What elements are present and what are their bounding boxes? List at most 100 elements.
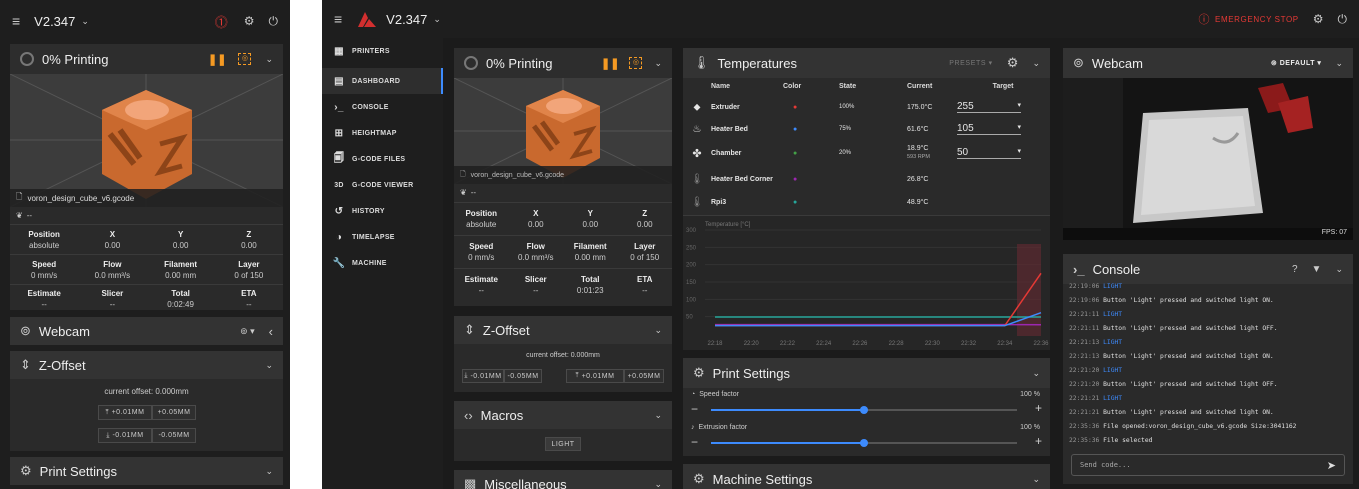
power-icon[interactable]: ⏻ xyxy=(1338,12,1348,27)
sidebar-item-heightmap[interactable]: ⊞ HEIGHTMAP xyxy=(322,120,443,146)
mobile-print-settings-card[interactable]: ⚙ Print Settings ⌄ xyxy=(10,457,283,485)
extrusion-slider[interactable] xyxy=(711,439,1017,447)
exclude-object-icon[interactable]: ◎ xyxy=(238,53,252,65)
chevron-down-icon[interactable]: ⌄ xyxy=(654,410,662,421)
chevron-down-icon[interactable]: ⌄ xyxy=(265,54,273,65)
chevron-down-icon[interactable]: ⌄ xyxy=(654,325,662,336)
console-message[interactable]: LIGHT xyxy=(1103,367,1122,374)
fan-label: -- xyxy=(26,211,33,220)
camera-select-icon[interactable]: ⊚ ▾ xyxy=(240,326,255,337)
sidebar-item-timelapse[interactable]: ◑ TIMELAPSE xyxy=(322,224,443,250)
color-dot[interactable]: ● xyxy=(783,176,839,183)
pause-icon[interactable]: ❚❚ xyxy=(208,53,226,66)
mobile-webcam-card[interactable]: ⊚ Webcam ⊚ ▾ ‹ xyxy=(10,317,283,345)
target-input[interactable]: 105 ▾ xyxy=(957,123,1021,135)
settings-icon[interactable]: ⚙ xyxy=(244,14,255,28)
emergency-stop-button[interactable]: ⓘ EMERGENCY STOP xyxy=(1198,11,1298,27)
color-dot[interactable]: ● xyxy=(783,199,839,206)
col-target: Target xyxy=(992,82,1014,90)
speed-increase-button[interactable]: + xyxy=(1035,401,1042,415)
zoffset-down-large-button[interactable]: -0.05MM xyxy=(152,428,196,443)
filter-icon[interactable]: ▼ xyxy=(1312,264,1322,275)
emergency-stop-icon[interactable]: ⓵ xyxy=(215,12,228,31)
menu-icon[interactable]: ≡ xyxy=(334,11,342,27)
zoffset-up-large-button[interactable]: +0.05MM xyxy=(152,405,196,420)
chevron-down-icon[interactable]: ⌄ xyxy=(1032,58,1040,69)
temp-row-rpi3[interactable]: 🌡 Rpi3 ● 48.9°C xyxy=(683,192,1050,212)
sidebar-item-printers[interactable]: ▦ PRINTERS xyxy=(322,38,443,64)
sidebar-item-history[interactable]: ↺ HISTORY xyxy=(322,198,443,224)
zoffset-title: Z-Offset xyxy=(482,322,530,338)
exclude-object-icon[interactable]: ◎ xyxy=(629,57,643,69)
zoffset-down-large-button[interactable]: -0.05MM xyxy=(504,369,542,383)
target-input[interactable]: 50 ▾ xyxy=(957,147,1021,159)
app-title[interactable]: V2.347 xyxy=(386,12,427,27)
gear-icon[interactable]: ⚙ xyxy=(1007,55,1019,71)
chevron-down-icon[interactable]: ⌄ xyxy=(81,16,89,27)
speed-slider[interactable] xyxy=(711,406,1017,414)
console-input[interactable]: Send code... ➤ xyxy=(1071,454,1345,476)
speed-value: 0 mm/s xyxy=(468,253,495,262)
console-message[interactable]: LIGHT xyxy=(1103,283,1122,290)
target-input[interactable]: 255 ▾ xyxy=(957,101,1021,113)
console-message[interactable]: LIGHT xyxy=(1103,339,1122,346)
zoffset-down-large-label: -0.05MM xyxy=(158,432,190,439)
fan-rpm: 593 RPM xyxy=(907,154,930,160)
settings-icon[interactable]: ⚙ xyxy=(1313,12,1324,26)
send-icon[interactable]: ➤ xyxy=(1327,459,1336,472)
camera-select-button[interactable]: ⊚ DEFAULT ▾ xyxy=(1271,59,1322,67)
extrusion-slider-thumb[interactable] xyxy=(860,439,868,447)
temp-row-chamber[interactable]: ✤ Chamber ● 20% 18.9°C 593 RPM 50 ▾ xyxy=(683,140,1050,166)
misc-card[interactable]: ▩ Miscellaneous ⌄ xyxy=(454,470,672,489)
chevron-down-icon[interactable]: ⌄ xyxy=(654,479,662,489)
console-log[interactable]: 22:19:06 LIGHT 22:19:06 Button 'Light' pr… xyxy=(1063,280,1353,450)
temp-row-extruder[interactable]: ⬥ Extruder ● 100% 175.0°C 255 ▾ xyxy=(683,96,1050,118)
temp-row-heater-bed-corner[interactable]: 🌡 Heater Bed Corner ● 26.8°C xyxy=(683,166,1050,192)
chevron-down-icon[interactable]: ⌄ xyxy=(265,466,273,477)
state: 75% xyxy=(839,126,852,132)
sensor-name: Heater Bed xyxy=(711,125,748,133)
console-message[interactable]: LIGHT xyxy=(1103,311,1122,318)
extrusion-increase-button[interactable]: + xyxy=(1035,434,1042,448)
chevron-down-icon[interactable]: ⌄ xyxy=(1335,58,1343,69)
zoffset-up-small-button[interactable]: ⤒ +0.01MM xyxy=(98,405,152,420)
machine-settings-card[interactable]: ⚙ Machine Settings ⌄ xyxy=(683,464,1050,489)
sidebar-item-gcode-files[interactable]: 🗐 G-CODE FILES xyxy=(322,146,443,172)
sidebar-item-machine[interactable]: 🔧 MACHINE xyxy=(322,250,443,276)
chevron-down-icon[interactable]: ⌄ xyxy=(654,58,662,69)
zoffset-down-small-button[interactable]: ⤓ -0.01MM xyxy=(98,428,152,443)
color-dot[interactable]: ● xyxy=(783,104,839,111)
color-dot[interactable]: ● xyxy=(783,150,839,157)
chevron-left-icon[interactable]: ‹ xyxy=(269,324,273,339)
speed-slider-thumb[interactable] xyxy=(860,406,868,414)
chevron-down-icon[interactable]: ⌄ xyxy=(433,14,441,25)
sidebar-item-console[interactable]: ›_ CONSOLE xyxy=(322,94,443,120)
print-thumbnail: 🗋 voron_design_cube_v6.gcode xyxy=(10,74,283,207)
chevron-down-icon[interactable]: ⌄ xyxy=(1032,474,1040,485)
zoffset-up-large-button[interactable]: +0.05MM xyxy=(624,369,664,383)
chevron-down-icon[interactable]: ⌄ xyxy=(1032,368,1040,379)
console-icon: ›_ xyxy=(334,101,344,113)
sidebar-item-gcode-viewer[interactable]: 3D G-CODE VIEWER xyxy=(322,172,443,198)
chevron-down-icon[interactable]: ⌄ xyxy=(1335,264,1343,275)
color-dot[interactable]: ● xyxy=(783,126,839,133)
temp-row-heater-bed[interactable]: ♨ Heater Bed ● 75% 61.6°C 105 ▾ xyxy=(683,118,1050,140)
app-title[interactable]: V2.347 xyxy=(34,14,75,29)
zoffset-down-small-button[interactable]: ⤓ -0.01MM xyxy=(462,369,504,383)
estimate-value: -- xyxy=(478,286,484,295)
console-message[interactable]: LIGHT xyxy=(1103,395,1122,402)
help-icon[interactable]: ? xyxy=(1292,264,1298,275)
zoffset-up-small-button[interactable]: ⤒ +0.01MM xyxy=(566,369,624,383)
sidebar-item-dashboard[interactable]: ▤ DASHBOARD xyxy=(322,68,443,94)
pause-icon[interactable]: ❚❚ xyxy=(601,57,619,70)
presets-button[interactable]: PRESETS ▾ xyxy=(949,59,993,67)
chevron-down-icon[interactable]: ⌄ xyxy=(265,360,273,371)
layer-header: Layer xyxy=(634,242,656,251)
console-line: 22:21:21 LIGHT xyxy=(1069,395,1122,402)
light-macro-button[interactable]: LIGHT xyxy=(545,437,581,451)
menu-icon[interactable]: ≡ xyxy=(12,13,20,29)
speed-decrease-button[interactable]: − xyxy=(691,402,698,416)
speed-slider-fill xyxy=(711,409,864,411)
power-icon[interactable]: ⏻ xyxy=(269,14,279,29)
extrusion-decrease-button[interactable]: − xyxy=(691,435,698,449)
